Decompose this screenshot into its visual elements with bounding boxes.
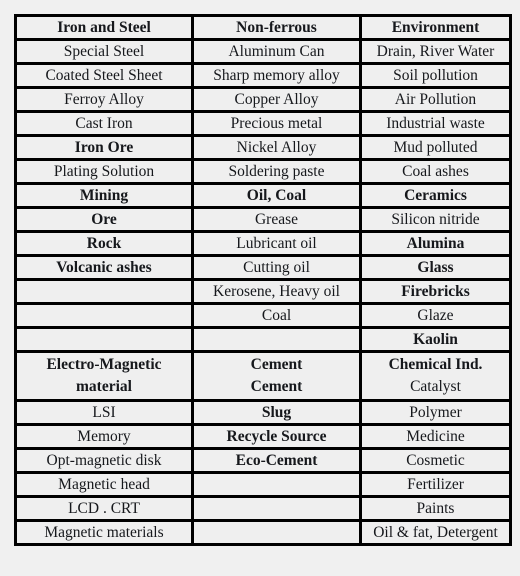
table-cell: Soldering paste [194,161,362,185]
table-cell: Polymer [362,402,509,426]
table-cell: Kerosene, Heavy oil [194,281,362,305]
table-cell: Ferroy Alloy [17,89,194,113]
table-cell [194,498,362,522]
table-row: Coal Glaze [17,305,509,329]
table-cell-line: material [76,378,132,395]
table-header-row: Iron and Steel Non-ferrous Environment [17,17,509,41]
table-cell: Plating Solution [17,161,194,185]
table-cell: Alumina [362,233,509,257]
table-cell: Air Pollution [362,89,509,113]
table-cell: Memory [17,426,194,450]
materials-matrix-table: Iron and Steel Non-ferrous Environment Spec… [14,14,512,546]
table-row: Opt-magnetic disk Eco-Cement Cosmetic [17,450,509,474]
table-cell: Aluminum Can [194,41,362,65]
table-cell-line: Cement [250,356,303,373]
table-cell: Medicine [362,426,509,450]
table-cell: Paints [362,498,509,522]
table-cell: Rock [17,233,194,257]
table-cell: Ore [17,209,194,233]
table-cell: Coal [194,305,362,329]
table-cell: Kaolin [362,329,509,353]
table-cell: Iron Ore [17,137,194,161]
table-row: Plating Solution Soldering paste Coal ashe… [17,161,509,185]
table-row: LSI Slug Polymer [17,402,509,426]
table-cell: Coated Steel Sheet [17,65,194,89]
table-body: Iron and Steel Non-ferrous Environment Spec… [17,17,509,543]
table-row: Mining Oil, Coal Ceramics [17,185,509,209]
table-row: LCD . CRT Paints [17,498,509,522]
table-cell: Precious metal [194,113,362,137]
table-row: Kaolin [17,329,509,353]
table-row: Special Steel Aluminum Can Drain, River Wa… [17,41,509,65]
table-cell: Magnetic head [17,474,194,498]
table-cell: Oil, Coal [194,185,362,209]
table-cell: Lubricant oil [194,233,362,257]
table-cell: Oil & fat, Detergent [362,522,509,543]
table-cell: Magnetic materials [17,522,194,543]
table-cell: LCD . CRT [17,498,194,522]
table-cell: Slug [194,402,362,426]
column-header-1: Iron and Steel [17,17,194,41]
table-row: Rock Lubricant oil Alumina [17,233,509,257]
table-cell: Silicon nitride [362,209,509,233]
table-cell: Cement Cement [194,353,362,402]
table-cell: Eco-Cement [194,450,362,474]
table-row: Iron Ore Nickel Alloy Mud polluted [17,137,509,161]
table-cell-line: Cement [250,378,303,395]
table-row: Electro-Magnetic material Cement Cement Chem… [17,353,509,402]
table-cell: Cutting oil [194,257,362,281]
table-cell [194,522,362,543]
table-row: Magnetic head Fertilizer [17,474,509,498]
table-cell: LSI [17,402,194,426]
table-cell [194,329,362,353]
table-cell [17,305,194,329]
table-cell: Cast Iron [17,113,194,137]
table-row: Coated Steel Sheet Sharp memory alloy Soil… [17,65,509,89]
table-cell: Chemical Ind. Catalyst [362,353,509,402]
table-cell: Ceramics [362,185,509,209]
table-row: Volcanic ashes Cutting oil Glass [17,257,509,281]
table-row: Ore Grease Silicon nitride [17,209,509,233]
table-row: Cast Iron Precious metal Industrial waste [17,113,509,137]
column-header-2: Non-ferrous [194,17,362,41]
table-cell: Fertilizer [362,474,509,498]
column-header-3: Environment [362,17,509,41]
table-row: Ferroy Alloy Copper Alloy Air Pollution [17,89,509,113]
table-cell: Volcanic ashes [17,257,194,281]
table-cell: Drain, River Water [362,41,509,65]
table-cell: Cosmetic [362,450,509,474]
table-cell: Nickel Alloy [194,137,362,161]
table-cell-line: Catalyst [410,378,461,395]
table-cell: Glass [362,257,509,281]
table-cell [194,474,362,498]
materials-matrix-table-container: Iron and Steel Non-ferrous Environment Spec… [14,14,512,562]
table-row: Memory Recycle Source Medicine [17,426,509,450]
table-cell: Special Steel [17,41,194,65]
table-cell: Copper Alloy [194,89,362,113]
table-row: Magnetic materials Oil & fat, Detergent [17,522,509,543]
table-cell: Industrial waste [362,113,509,137]
table-cell: Glaze [362,305,509,329]
table-cell: Sharp memory alloy [194,65,362,89]
table-cell-line: Chemical Ind. [388,356,483,373]
table-cell-line: Electro-Magnetic [46,356,162,373]
table-cell: Recycle Source [194,426,362,450]
table-cell: Soil pollution [362,65,509,89]
table-cell: Firebricks [362,281,509,305]
table-cell: Grease [194,209,362,233]
table-cell: Coal ashes [362,161,509,185]
table-cell: Electro-Magnetic material [17,353,194,402]
table-cell: Opt-magnetic disk [17,450,194,474]
table-cell [17,281,194,305]
table-cell: Mining [17,185,194,209]
table-row: Kerosene, Heavy oil Firebricks [17,281,509,305]
table-cell: Mud polluted [362,137,509,161]
table-cell [17,329,194,353]
